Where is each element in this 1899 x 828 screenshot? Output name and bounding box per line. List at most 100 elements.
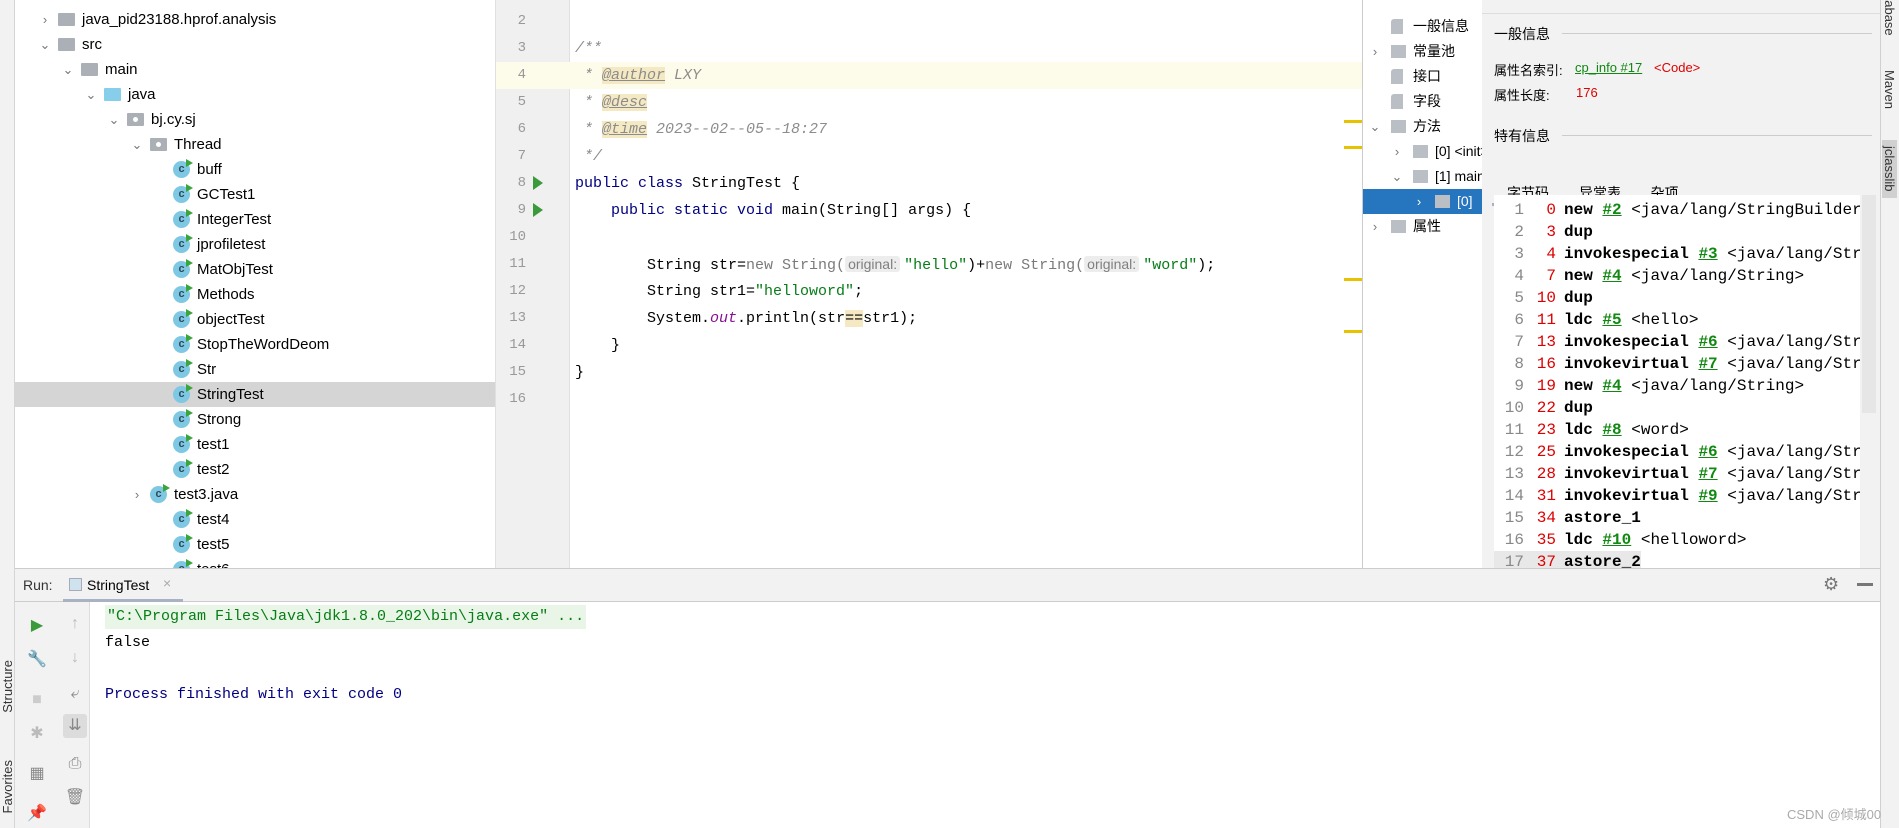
bytecode-constant-ref[interactable]: #10 <box>1602 531 1631 549</box>
bytecode-constant-ref[interactable]: #6 <box>1698 443 1717 461</box>
tree-item[interactable]: ⌄ java <box>15 82 495 107</box>
tree-item[interactable]: c StopTheWordDeom <box>15 332 495 357</box>
tree-item[interactable]: c Str <box>15 357 495 382</box>
tree-item[interactable]: c test2 <box>15 457 495 482</box>
chevron-down-icon[interactable]: ⌄ <box>85 82 97 107</box>
tree-item[interactable]: c objectTest <box>15 307 495 332</box>
tree-item[interactable]: c Strong <box>15 407 495 432</box>
stop-icon[interactable]: ■ <box>25 688 49 712</box>
jclasslib-tree-item[interactable]: ⌄ 方法 <box>1363 114 1482 139</box>
right-tool-strip: Database Maven jclasslib <box>1880 0 1899 828</box>
line-number: 14 <box>509 337 526 353</box>
tree-item-label: GCTest1 <box>197 186 256 203</box>
pin-icon[interactable]: 📌 <box>25 802 49 826</box>
run-gutter-icon[interactable] <box>533 203 543 217</box>
chevron-right-icon[interactable]: › <box>1369 39 1381 64</box>
favorites-tool-tab[interactable]: Favorites <box>0 760 15 813</box>
close-icon[interactable]: × <box>163 575 171 591</box>
scroll-to-end-icon[interactable]: ⇊ <box>63 714 87 738</box>
tree-item[interactable]: c IntegerTest <box>15 207 495 232</box>
bytecode-constant-ref[interactable]: #9 <box>1698 487 1717 505</box>
chevron-down-icon[interactable]: ⌄ <box>131 132 143 157</box>
tree-item-label: test2 <box>197 461 230 478</box>
chevron-right-icon[interactable]: › <box>1413 189 1425 214</box>
chevron-right-icon[interactable]: › <box>131 482 143 507</box>
down-arrow-icon[interactable]: ↓ <box>63 646 87 670</box>
jclasslib-tree-item[interactable]: › 常量池 <box>1363 39 1482 64</box>
code-line: } <box>575 332 620 359</box>
wrench-icon[interactable]: 🔧 <box>25 648 49 672</box>
tree-item[interactable]: › java_pid23188.hprof.analysis <box>15 7 495 32</box>
warning-marker[interactable] <box>1344 146 1362 149</box>
layout-icon[interactable]: ▦ <box>25 762 49 786</box>
bytecode-line-number: 11 <box>1504 421 1524 439</box>
tree-item[interactable]: c MatObjTest <box>15 257 495 282</box>
run-tab-stringtest[interactable]: StringTest × <box>63 569 183 602</box>
tree-item[interactable]: › c test3.java <box>15 482 495 507</box>
chevron-down-icon[interactable]: ⌄ <box>108 107 120 132</box>
tree-item[interactable]: c test5 <box>15 532 495 557</box>
jclasslib-tree-item[interactable]: ⌄ [1] main <box>1363 164 1482 189</box>
tree-item[interactable]: c Methods <box>15 282 495 307</box>
chevron-down-icon[interactable]: ⌄ <box>1369 114 1381 139</box>
jclasslib-tree-item[interactable]: 一般信息 <box>1363 14 1482 39</box>
bytecode-constant-ref[interactable]: #4 <box>1602 267 1621 285</box>
warning-marker[interactable] <box>1344 278 1362 281</box>
bytecode-constant-ref[interactable]: #7 <box>1698 355 1717 373</box>
up-arrow-icon[interactable]: ↑ <box>63 612 87 636</box>
warning-marker[interactable] <box>1344 330 1362 333</box>
bytecode-constant-ref[interactable]: #3 <box>1698 245 1717 263</box>
run-gutter-icon[interactable] <box>533 176 543 190</box>
bytecode-list[interactable]: 1 0 new #2 <java/lang/StringBuilder> 2 3 dup 3… <box>1494 195 1860 568</box>
folder-icon <box>81 63 98 76</box>
debug-icon[interactable]: ✱ <box>25 722 49 746</box>
jclasslib-tree-item[interactable]: 字段 <box>1363 89 1482 114</box>
chevron-right-icon[interactable]: › <box>1391 139 1403 164</box>
bytecode-constant-ref[interactable]: #7 <box>1698 465 1717 483</box>
maven-tool-tab[interactable]: Maven <box>1882 70 1897 109</box>
tree-item[interactable]: c test6 <box>15 557 495 568</box>
bytecode-scrollbar[interactable] <box>1862 195 1876 413</box>
code-token: LXY <box>665 67 702 84</box>
code-token: } <box>575 364 585 381</box>
soft-wrap-icon[interactable]: ⤶ <box>63 682 87 706</box>
tree-item[interactable]: c GCTest1 <box>15 182 495 207</box>
chevron-right-icon[interactable]: › <box>1369 214 1381 239</box>
rerun-icon[interactable]: ▶ <box>25 614 49 638</box>
tree-item[interactable]: c StringTest <box>15 382 495 407</box>
bytecode-constant-ref[interactable]: #4 <box>1602 377 1621 395</box>
tree-item[interactable]: c buff <box>15 157 495 182</box>
bytecode-constant-ref[interactable]: #2 <box>1602 201 1621 219</box>
chevron-right-icon[interactable]: › <box>39 7 51 32</box>
database-tool-tab[interactable]: Database <box>1882 0 1897 36</box>
chevron-down-icon[interactable]: ⌄ <box>1391 164 1403 189</box>
jclasslib-tree-item[interactable]: › [0] <box>1363 189 1482 214</box>
print-icon[interactable]: ⎙ <box>63 752 87 776</box>
name-index-link[interactable]: cp_info #17 <box>1575 60 1642 75</box>
chevron-down-icon[interactable]: ⌄ <box>39 32 51 57</box>
chevron-down-icon[interactable]: ⌄ <box>62 57 74 82</box>
bytecode-line-number: 14 <box>1504 487 1524 505</box>
bytecode-line: 14 31 invokevirtual #9 <java/lang/String <box>1494 485 1860 507</box>
tree-item[interactable]: ⌄ Thread <box>15 132 495 157</box>
gear-icon[interactable]: ⚙ <box>1823 574 1839 595</box>
tree-item[interactable]: ⌄ bj.cy.sj <box>15 107 495 132</box>
jclasslib-tree-item[interactable]: › 属性 <box>1363 214 1482 239</box>
tree-item[interactable]: ⌄ main <box>15 57 495 82</box>
jclasslib-tree-item[interactable]: 接口 <box>1363 64 1482 89</box>
bytecode-opcode: invokevirtual <box>1564 487 1689 505</box>
tree-item[interactable]: c jprofiletest <box>15 232 495 257</box>
jclasslib-tool-tab[interactable]: jclasslib <box>1882 140 1897 198</box>
minimize-icon[interactable] <box>1857 583 1873 586</box>
bytecode-constant-ref[interactable]: #6 <box>1698 333 1717 351</box>
tree-item[interactable]: c test4 <box>15 507 495 532</box>
bytecode-constant-ref[interactable]: #5 <box>1602 311 1621 329</box>
structure-tool-tab[interactable]: Structure <box>0 660 15 713</box>
run-console[interactable] <box>15 602 1880 828</box>
tree-item[interactable]: ⌄ src <box>15 32 495 57</box>
trash-icon[interactable]: 🗑 <box>63 786 87 810</box>
tree-item[interactable]: c test1 <box>15 432 495 457</box>
warning-marker[interactable] <box>1344 120 1362 123</box>
jclasslib-tree-item[interactable]: › [0] <init> <box>1363 139 1482 164</box>
bytecode-constant-ref[interactable]: #8 <box>1602 421 1621 439</box>
